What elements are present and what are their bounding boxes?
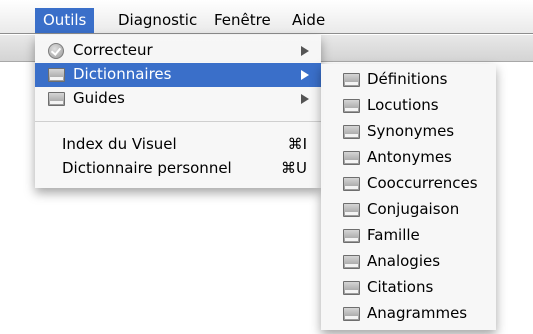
menu-item-label: Dictionnaire personnel: [62, 159, 232, 177]
menu-item-dictionnaire-personnel[interactable]: Dictionnaire personnel ⌘U: [35, 157, 321, 181]
book-icon: [343, 177, 360, 191]
book-icon: [48, 68, 65, 82]
book-icon: [343, 203, 360, 217]
menu-item-index-du-visuel[interactable]: Index du Visuel ⌘I: [35, 133, 321, 157]
submenu-item-cooccurrences[interactable]: Cooccurrences: [321, 172, 496, 196]
check-icon: [48, 43, 64, 59]
menu-diagnostic[interactable]: Diagnostic: [110, 7, 205, 34]
book-icon: [343, 229, 360, 243]
menu-aide[interactable]: Aide: [284, 7, 333, 34]
submenu-item-label: Antonymes: [367, 148, 452, 166]
submenu-item-label: Anagrammes: [367, 304, 468, 322]
book-icon: [48, 92, 65, 106]
book-icon: [343, 125, 360, 139]
menu-item-label: Guides: [73, 89, 125, 107]
submenu-item-conjugaison[interactable]: Conjugaison: [321, 198, 496, 222]
menu-item-label: Index du Visuel: [62, 135, 177, 153]
menu-item-dictionnaires[interactable]: Dictionnaires: [35, 63, 321, 87]
menu-outils[interactable]: Outils: [35, 8, 95, 34]
book-icon: [343, 151, 360, 165]
submenu-item-citations[interactable]: Citations: [321, 276, 496, 300]
menu-bar: Outils Diagnostic Fenêtre Aide: [0, 0, 533, 34]
submenu-item-synonymes[interactable]: Synonymes: [321, 120, 496, 144]
submenu-item-label: Locutions: [367, 96, 439, 114]
submenu-arrow-icon: [301, 70, 309, 80]
submenu-item-locutions[interactable]: Locutions: [321, 94, 496, 118]
book-icon: [343, 99, 360, 113]
dictionnaires-submenu: Définitions Locutions Synonymes Antonyme…: [321, 64, 496, 330]
submenu-item-definitions[interactable]: Définitions: [321, 68, 496, 92]
submenu-item-antonymes[interactable]: Antonymes: [321, 146, 496, 170]
menu-item-guides[interactable]: Guides: [35, 87, 321, 111]
submenu-item-label: Cooccurrences: [367, 174, 478, 192]
outils-menu: Correcteur Dictionnaires Guides Index du…: [35, 35, 321, 188]
submenu-item-label: Analogies: [367, 252, 441, 270]
menu-item-correcteur[interactable]: Correcteur: [35, 39, 321, 63]
menu-item-label: Dictionnaires: [73, 65, 172, 83]
submenu-item-famille[interactable]: Famille: [321, 224, 496, 248]
book-icon: [343, 73, 360, 87]
submenu-item-anagrammes[interactable]: Anagrammes: [321, 302, 496, 326]
book-icon: [343, 281, 360, 295]
book-icon: [343, 255, 360, 269]
book-icon: [343, 307, 360, 321]
submenu-arrow-icon: [301, 94, 309, 104]
shortcut-label: ⌘I: [287, 135, 307, 153]
menu-separator: [35, 121, 321, 122]
submenu-item-label: Citations: [367, 278, 434, 296]
submenu-arrow-icon: [301, 46, 309, 56]
submenu-item-label: Synonymes: [367, 122, 455, 140]
submenu-item-label: Conjugaison: [367, 200, 460, 218]
submenu-item-label: Définitions: [367, 70, 448, 88]
menu-fenetre[interactable]: Fenêtre: [206, 7, 279, 34]
shortcut-label: ⌘U: [281, 159, 307, 177]
menu-item-label: Correcteur: [73, 41, 153, 59]
submenu-item-label: Famille: [367, 226, 420, 244]
submenu-item-analogies[interactable]: Analogies: [321, 250, 496, 274]
